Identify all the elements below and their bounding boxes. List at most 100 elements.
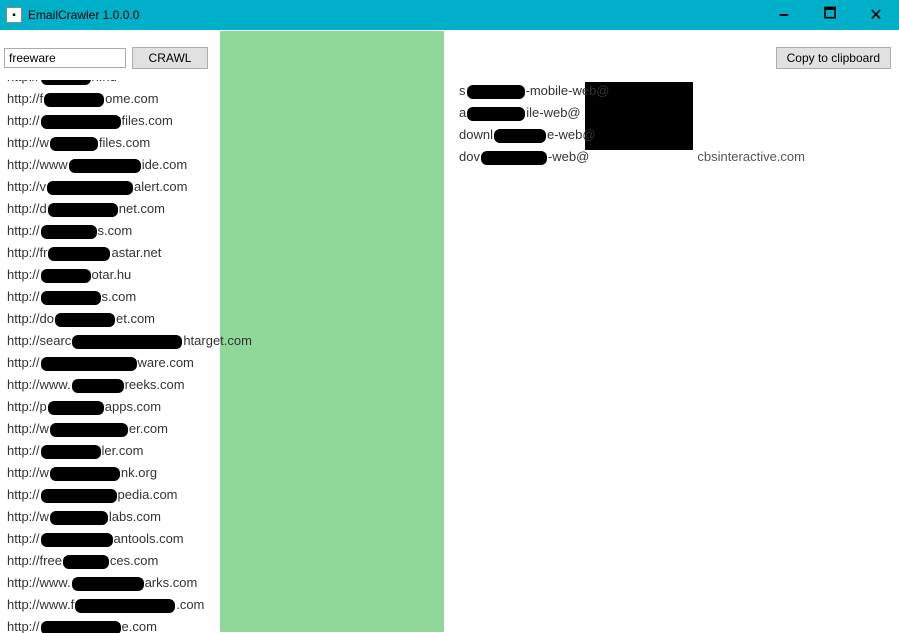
url-prefix: http://w	[7, 509, 49, 524]
url-row[interactable]: http://v alert.com	[1, 176, 443, 198]
url-suffix: ces.com	[110, 553, 158, 568]
minimize-button[interactable]: 🗕	[761, 0, 807, 30]
url-suffix: pedia.com	[118, 487, 178, 502]
url-prefix: http://p	[7, 399, 47, 414]
redaction-icon	[41, 445, 101, 459]
url-suffix: alert.com	[134, 179, 187, 194]
url-row[interactable]: http://otar.hu	[1, 264, 443, 286]
crawl-button[interactable]: CRAWL	[132, 47, 208, 69]
content-area: CRAWL Copy to clipboard http://hu.a.orgh…	[0, 30, 899, 633]
email-list[interactable]: s-mobile-web@aile-web@downle-web@dov-web…	[453, 80, 891, 633]
close-button[interactable]: 🗙	[853, 0, 899, 30]
url-row[interactable]: http://ware.com	[1, 352, 443, 374]
redaction-icon	[72, 379, 124, 393]
url-row[interactable]: http:// files.com	[1, 110, 443, 132]
url-prefix: http://w	[7, 421, 49, 436]
url-prefix: http://	[7, 619, 40, 633]
url-row[interactable]: http://www.f .com	[1, 594, 443, 616]
url-prefix: http://	[7, 267, 40, 282]
url-row[interactable]: http://wwwide.com	[1, 154, 443, 176]
url-prefix: http://d	[7, 201, 47, 216]
url-suffix: astar.net	[111, 245, 161, 260]
redaction-icon	[48, 401, 104, 415]
app-icon: ▪	[6, 7, 22, 23]
url-prefix: http://www.	[7, 377, 71, 392]
url-row[interactable]: http://antools.com	[1, 528, 443, 550]
email-domain: cbsinteractive.com	[697, 149, 805, 164]
email-prefix: dov	[459, 149, 480, 164]
url-row[interactable]: http:// s.com	[1, 220, 443, 242]
url-prefix: http://	[7, 80, 40, 84]
url-row[interactable]: http://fr astar.net	[1, 242, 443, 264]
redaction-icon	[48, 247, 110, 261]
email-prefix: s	[459, 83, 466, 98]
url-row[interactable]: http://www.arks.com	[1, 572, 443, 594]
url-row[interactable]: http://w files.com	[1, 132, 443, 154]
email-prefix: downl	[459, 127, 493, 142]
redaction-icon	[41, 533, 113, 547]
url-prefix: http://	[7, 223, 40, 238]
url-suffix: files.com	[99, 135, 150, 150]
url-list[interactable]: http://hu.a.orghttp://lent.huhttp://ep.h…	[1, 80, 443, 633]
email-prefix: a	[459, 105, 466, 120]
url-prefix: http://	[7, 113, 40, 128]
url-prefix: http://	[7, 531, 40, 546]
redaction-icon	[41, 489, 117, 503]
url-prefix: http://free	[7, 553, 62, 568]
redaction-icon	[44, 93, 104, 107]
url-row[interactable]: http://pedia.com	[1, 484, 443, 506]
url-suffix: files.com	[122, 113, 173, 128]
redaction-icon	[50, 423, 128, 437]
url-prefix: http://f	[7, 91, 43, 106]
url-suffix: .com	[176, 597, 204, 612]
redaction-icon	[494, 129, 546, 143]
url-row[interactable]: http://doet.com	[1, 308, 443, 330]
url-prefix: http://v	[7, 179, 46, 194]
email-row[interactable]: downle-web@	[453, 124, 891, 146]
url-row[interactable]: http://n.hu	[1, 80, 443, 88]
url-suffix: s.com	[98, 223, 133, 238]
url-row[interactable]: http://wlabs.com	[1, 506, 443, 528]
redaction-icon	[47, 181, 133, 195]
maximize-button[interactable]: 🗖	[807, 0, 853, 30]
redaction-icon	[481, 151, 547, 165]
url-row[interactable]: http://www. reeks.com	[1, 374, 443, 396]
redaction-icon	[50, 137, 98, 151]
url-suffix: net.com	[119, 201, 165, 216]
url-row[interactable]: http://d net.com	[1, 198, 443, 220]
copy-clipboard-button[interactable]: Copy to clipboard	[776, 47, 891, 69]
url-suffix: s.com	[102, 289, 137, 304]
url-suffix: nk.org	[121, 465, 157, 480]
url-row[interactable]: http://fome.com	[1, 88, 443, 110]
url-suffix: apps.com	[105, 399, 161, 414]
url-row[interactable]: http://ler.com	[1, 440, 443, 462]
url-prefix: http://w	[7, 465, 49, 480]
url-row[interactable]: http://p apps.com	[1, 396, 443, 418]
url-row[interactable]: http://s.com	[1, 286, 443, 308]
redaction-icon	[41, 269, 91, 283]
url-suffix: ide.com	[142, 157, 188, 172]
url-prefix: http://w	[7, 135, 49, 150]
email-row[interactable]: aile-web@	[453, 102, 891, 124]
url-row[interactable]: http://searchtarget.com	[1, 330, 443, 352]
redaction-icon	[69, 159, 141, 173]
email-row[interactable]: dov-web@cbsinteractive.com	[453, 146, 891, 168]
url-suffix: reeks.com	[125, 377, 185, 392]
url-suffix: e.com	[122, 619, 157, 633]
url-row[interactable]: http://w nk.org	[1, 462, 443, 484]
url-suffix: ler.com	[102, 443, 144, 458]
redaction-icon	[55, 313, 115, 327]
url-suffix: et.com	[116, 311, 155, 326]
url-row[interactable]: http:// e.com	[1, 616, 443, 633]
redaction-icon	[48, 203, 118, 217]
url-row[interactable]: http://wer.com	[1, 418, 443, 440]
url-prefix: http://searc	[7, 333, 71, 348]
url-prefix: http://fr	[7, 245, 47, 260]
redaction-icon	[41, 115, 121, 129]
email-row[interactable]: s-mobile-web@	[453, 80, 891, 102]
url-row[interactable]: http://free ces.com	[1, 550, 443, 572]
search-input[interactable]	[4, 48, 126, 68]
url-prefix: http://www.f	[7, 597, 74, 612]
titlebar: ▪ EmailCrawler 1.0.0.0 🗕 🗖 🗙	[0, 0, 899, 30]
redaction-icon	[75, 599, 175, 613]
